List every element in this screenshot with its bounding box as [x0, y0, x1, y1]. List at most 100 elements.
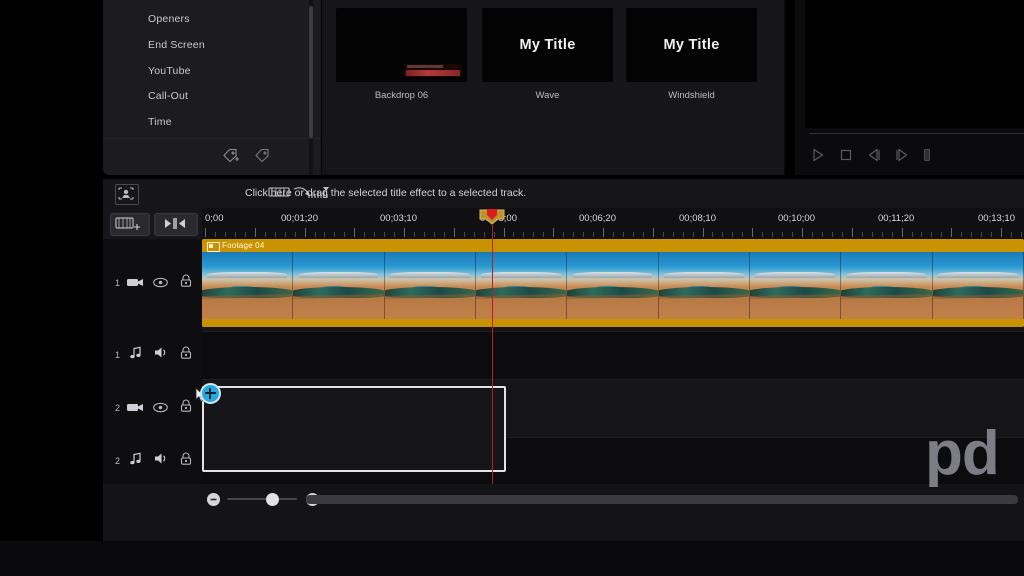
ruler-tick	[861, 232, 863, 237]
ruler-tick	[881, 232, 883, 237]
ruler-tick	[205, 228, 206, 237]
clip-thumbnail-frame	[202, 252, 294, 319]
ruler-tick	[652, 228, 654, 237]
timeline-ruler[interactable]: 0;00 00;01;20 00;03;10 00;05;00 00;06;20…	[202, 208, 1024, 239]
ruler-tick	[413, 232, 415, 237]
insert-title-button[interactable]	[115, 184, 139, 205]
ruler-tick	[354, 228, 356, 237]
ruler-tick	[762, 232, 764, 237]
lock-icon[interactable]	[180, 346, 192, 364]
ruler-tick	[394, 232, 395, 237]
add-tag-icon[interactable]	[221, 146, 241, 164]
ruler-tick	[304, 228, 306, 237]
ruler-tick	[453, 228, 455, 237]
ruler-tick	[583, 232, 585, 237]
ruler-tick	[493, 232, 495, 237]
ruler-tick	[871, 232, 873, 237]
clip-video-icon	[207, 242, 220, 252]
ruler-tick	[314, 232, 316, 237]
video-track-2-header[interactable]: 2	[103, 379, 202, 437]
video-clip-footage-04[interactable]: Footage 04	[202, 239, 1024, 327]
audio-track-2-header[interactable]: 2	[103, 437, 202, 484]
lock-icon[interactable]	[180, 274, 192, 292]
music-note-icon[interactable]	[129, 346, 142, 364]
ruler-tick	[473, 232, 475, 237]
visibility-eye-icon[interactable]	[153, 400, 168, 418]
category-item-time[interactable]: Time	[148, 116, 172, 128]
next-frame-button[interactable]	[894, 147, 910, 163]
ruler-tick	[692, 232, 694, 237]
timeline-horizontal-scrollbar[interactable]	[306, 495, 1018, 504]
title-drop-placeholder[interactable]	[202, 386, 506, 472]
ruler-tick	[752, 228, 754, 237]
ruler-tick	[1001, 228, 1002, 237]
track-number: 1	[115, 278, 121, 288]
timeline-panel: Click here or drag the selected title ef…	[103, 179, 1024, 541]
template-thumbnail[interactable]: My Title	[626, 8, 757, 82]
template-item-wave[interactable]: My Title Wave	[482, 8, 613, 101]
preview-video-stage[interactable]	[805, 0, 1024, 128]
ruler-tick	[772, 232, 774, 237]
ruler-ticks	[202, 228, 1024, 237]
ruler-tick	[553, 228, 555, 237]
ruler-tick	[433, 232, 435, 237]
playhead-handle[interactable]	[479, 209, 505, 225]
ruler-tick	[284, 232, 286, 237]
clip-thumbnail-frame	[841, 252, 933, 319]
visibility-eye-icon[interactable]	[153, 275, 168, 293]
video-track-1-header[interactable]: 1	[103, 239, 202, 331]
ruler-tick	[374, 232, 376, 237]
watermark: pd	[925, 419, 1000, 488]
ruler-tick	[523, 232, 525, 237]
category-item-openers[interactable]: Openers	[148, 13, 190, 25]
drag-add-indicator	[200, 383, 221, 404]
title-library-panel: Openers End Screen YouTube Call-Out Time	[103, 0, 785, 175]
template-thumbnail[interactable]	[336, 8, 467, 82]
lock-icon[interactable]	[180, 452, 192, 470]
tag-icon[interactable]	[253, 146, 273, 164]
ruler-tick	[344, 232, 346, 237]
category-item-end-screen[interactable]: End Screen	[148, 39, 205, 51]
category-item-call-out[interactable]: Call-Out	[148, 90, 188, 102]
stop-button[interactable]	[838, 147, 854, 163]
add-track-button[interactable]	[110, 213, 150, 236]
template-item-backdrop-06[interactable]: Backdrop 06	[336, 8, 467, 101]
zoom-slider-track[interactable]	[227, 498, 297, 500]
ruler-tick	[593, 232, 594, 237]
ruler-label: 0;00	[205, 213, 224, 224]
set-marker-button[interactable]	[919, 147, 935, 163]
category-item-youtube[interactable]: YouTube	[148, 65, 191, 77]
preview-scrub-bar[interactable]	[809, 133, 1024, 134]
ruler-label: 00;11;20	[878, 213, 915, 224]
ruler-tick	[851, 228, 853, 237]
zoom-slider-handle[interactable]	[266, 493, 279, 506]
category-scrollbar-thumb[interactable]	[309, 6, 313, 138]
speaker-volume-icon[interactable]	[154, 346, 168, 364]
ruler-tick	[841, 232, 843, 237]
category-divider	[103, 138, 321, 139]
track-divider	[202, 331, 1024, 332]
template-caption: Windshield	[668, 90, 715, 101]
video-camera-icon[interactable]	[127, 275, 144, 293]
ruler-tick	[573, 232, 575, 237]
ruler-tick	[821, 232, 823, 237]
audio-track-1-header[interactable]: 1	[103, 331, 202, 379]
lock-icon[interactable]	[180, 399, 192, 417]
music-note-icon[interactable]	[129, 452, 142, 470]
ruler-tick	[782, 232, 784, 237]
audio-track-1-lane[interactable]	[202, 331, 1024, 379]
zoom-out-icon[interactable]	[207, 493, 220, 506]
ruler-tick	[961, 232, 963, 237]
previous-frame-button[interactable]	[866, 147, 882, 163]
clip-thumbnail-frame	[475, 252, 568, 319]
ruler-tick	[264, 232, 266, 237]
video-camera-icon[interactable]	[127, 400, 144, 418]
speaker-volume-icon[interactable]	[154, 452, 168, 470]
template-thumbnail[interactable]: My Title	[482, 8, 613, 82]
ruler-tick	[483, 232, 485, 237]
play-button[interactable]	[810, 147, 826, 163]
timeline-toolbar: Click here or drag the selected title ef…	[103, 179, 1024, 209]
template-item-windshield[interactable]: My Title Windshield	[626, 8, 757, 101]
track-number: 2	[115, 403, 121, 413]
snap-to-playhead-button[interactable]	[154, 213, 198, 236]
